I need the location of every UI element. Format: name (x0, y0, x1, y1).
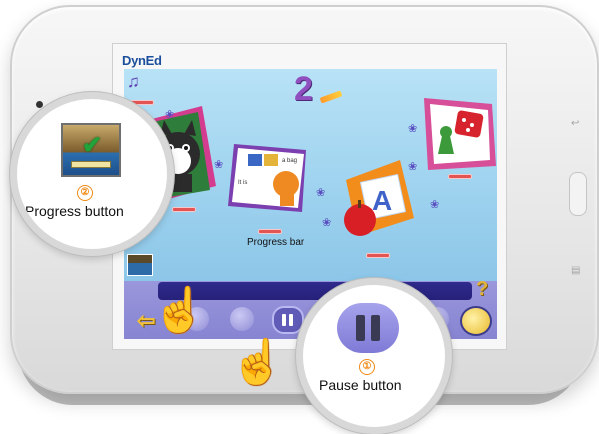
pause-icon (337, 303, 399, 353)
menu-key-icon[interactable]: ▤ (571, 265, 580, 276)
paw-print-icon: ❀ (214, 159, 224, 171)
progress-check-icon: ✔ (61, 123, 121, 177)
pause-icon-bar (371, 315, 380, 341)
progress-strip (366, 253, 390, 258)
pause-button-callout: ① Pause button (296, 278, 452, 434)
pause-icon-bar (282, 314, 286, 326)
paw-print-icon: ❀ (408, 123, 418, 135)
book-card-text-a: It is (238, 180, 247, 186)
book-card-text-b: a bag (282, 158, 297, 164)
camera-dot (36, 101, 43, 108)
paw-print-icon: ❀ (316, 187, 326, 199)
lesson-card-book[interactable]: a bag It is (228, 140, 310, 216)
progress-mini-bar (71, 161, 111, 168)
callout-label: Progress button (25, 203, 124, 219)
callout-number-badge: ② (77, 185, 93, 201)
paw-print-icon: ❀ (165, 109, 175, 121)
checkmark-icon: ✔ (82, 132, 103, 159)
progress-strip (258, 229, 282, 234)
music-note-icon[interactable]: ♫ (127, 72, 140, 92)
lesson-card-alphabet[interactable]: A (336, 160, 414, 242)
level-number: 2 (294, 70, 313, 108)
pointing-hand-icon: ☝ (230, 338, 285, 387)
progress-button-callout: ✔ ② Progress button (10, 92, 174, 256)
app-logo: DynEd (122, 53, 162, 68)
help-icon[interactable]: ? (476, 278, 488, 301)
callout-label: Pause button (319, 377, 402, 393)
pause-icon-bar (356, 315, 365, 341)
progress-bar-caption: Progress bar (247, 237, 305, 248)
progress-strip (448, 174, 472, 179)
lesson-card-game[interactable] (420, 96, 498, 174)
pointing-hand-icon: ☝ (152, 286, 207, 335)
paw-print-icon: ❀ (408, 161, 418, 173)
paw-print-icon: ❀ (430, 199, 440, 211)
alphabet-letter: A (372, 185, 392, 216)
back-key-icon[interactable]: ↩ (571, 118, 579, 129)
callout-number-badge: ① (359, 359, 375, 375)
progress-strip (172, 207, 196, 212)
progress-button[interactable] (127, 254, 153, 276)
listen-button[interactable] (230, 307, 254, 331)
record-button[interactable] (460, 306, 492, 336)
paw-print-icon: ❀ (322, 217, 332, 229)
home-button[interactable] (569, 172, 587, 216)
pause-icon-bar (289, 314, 293, 326)
